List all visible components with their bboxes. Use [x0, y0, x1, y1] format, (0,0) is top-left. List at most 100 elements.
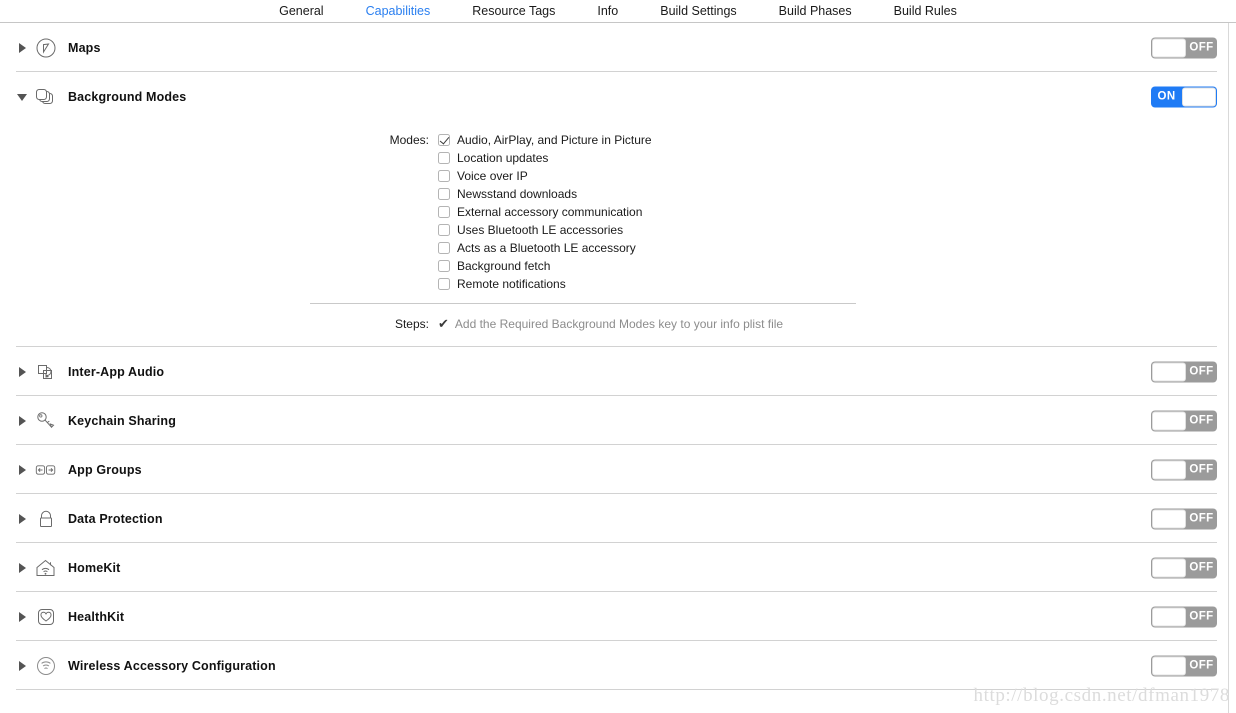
toggle-knob: [1152, 656, 1186, 675]
mode-item-location-updates[interactable]: Location updates: [438, 149, 652, 167]
inter-app-audio-icon: [34, 360, 58, 384]
tab-build-settings[interactable]: Build Settings: [639, 0, 757, 22]
toggle-label: OFF: [1189, 365, 1214, 378]
mode-item-newsstand-downloads[interactable]: Newsstand downloads: [438, 185, 652, 203]
capability-row-homekit: HomeKit OFF: [0, 543, 1228, 592]
toggle-label: OFF: [1189, 414, 1214, 427]
data-protection-icon: [34, 507, 58, 531]
toggle-label: OFF: [1189, 610, 1214, 623]
toggle-healthkit[interactable]: OFF: [1151, 606, 1217, 627]
mode-item-voice-over-ip[interactable]: Voice over IP: [438, 167, 652, 185]
checkbox-icon[interactable]: [438, 278, 450, 290]
toggle-inter-app-audio[interactable]: OFF: [1151, 361, 1217, 382]
capability-header-background-modes[interactable]: Background Modes ON: [16, 72, 1228, 121]
toggle-knob: [1152, 607, 1186, 626]
steps-field-label: Steps:: [394, 317, 429, 331]
tab-resource-tags[interactable]: Resource Tags: [451, 0, 576, 22]
capabilities-list: Maps OFF Background Modes ON Modes: Audi…: [0, 23, 1229, 713]
capability-title: Maps: [68, 40, 101, 55]
checkbox-icon[interactable]: [438, 134, 450, 146]
app-groups-icon: [34, 458, 58, 482]
capability-row-maps: Maps OFF: [0, 23, 1228, 72]
toggle-label: OFF: [1189, 659, 1214, 672]
mode-label: Voice over IP: [457, 169, 528, 183]
wireless-accessory-icon: [34, 654, 58, 678]
checkbox-icon[interactable]: [438, 260, 450, 272]
disclosure-triangle-icon[interactable]: [16, 365, 30, 379]
toggle-maps[interactable]: OFF: [1151, 37, 1217, 58]
mode-item-acts-as-a-bluetooth-le-accessory[interactable]: Acts as a Bluetooth LE accessory: [438, 239, 652, 257]
mode-label: Acts as a Bluetooth LE accessory: [457, 241, 636, 255]
mode-item-background-fetch[interactable]: Background fetch: [438, 257, 652, 275]
healthkit-icon: [34, 605, 58, 629]
checkbox-icon[interactable]: [438, 206, 450, 218]
tab-build-phases[interactable]: Build Phases: [758, 0, 873, 22]
keychain-sharing-icon: [34, 409, 58, 433]
mode-item-remote-notifications[interactable]: Remote notifications: [438, 275, 652, 293]
homekit-icon: [34, 556, 58, 580]
mode-item-uses-bluetooth-le-accessories[interactable]: Uses Bluetooth LE accessories: [438, 221, 652, 239]
mode-label: Location updates: [457, 151, 549, 165]
toggle-knob: [1152, 509, 1186, 528]
toggle-background-modes[interactable]: ON: [1151, 86, 1217, 107]
mode-label: Uses Bluetooth LE accessories: [457, 223, 624, 237]
capability-header-data-protection[interactable]: Data Protection OFF: [16, 494, 1228, 543]
capability-row-app-groups: App Groups OFF: [0, 445, 1228, 494]
checkbox-icon[interactable]: [438, 242, 450, 254]
capability-title: Background Modes: [68, 89, 187, 104]
checkbox-icon[interactable]: [438, 170, 450, 182]
toggle-knob: [1152, 558, 1186, 577]
checkbox-icon[interactable]: [438, 224, 450, 236]
capability-title: Data Protection: [68, 511, 163, 526]
capability-header-maps[interactable]: Maps OFF: [16, 23, 1228, 72]
capability-row-background-modes: Background Modes ON Modes: Audio, AirPla…: [0, 72, 1228, 347]
toggle-wireless-accessory-configuration[interactable]: OFF: [1151, 655, 1217, 676]
capability-title: Keychain Sharing: [68, 413, 176, 428]
toggle-app-groups[interactable]: OFF: [1151, 459, 1217, 480]
capability-header-homekit[interactable]: HomeKit OFF: [16, 543, 1228, 592]
mode-item-audio-airplay-picture-in-picture[interactable]: Audio, AirPlay, and Picture in Picture: [438, 131, 652, 149]
disclosure-triangle-icon[interactable]: [16, 512, 30, 526]
capability-title: HomeKit: [68, 560, 121, 575]
tab-build-rules[interactable]: Build Rules: [873, 0, 978, 22]
capability-header-wireless-accessory-configuration[interactable]: Wireless Accessory Configuration OFF: [16, 641, 1228, 690]
capability-header-keychain-sharing[interactable]: Keychain Sharing OFF: [16, 396, 1228, 445]
mode-item-external-accessory-communication[interactable]: External accessory communication: [438, 203, 652, 221]
toggle-homekit[interactable]: OFF: [1151, 557, 1217, 578]
capability-row-inter-app-audio: Inter-App Audio OFF: [0, 347, 1228, 396]
capability-row-wireless-accessory-configuration: Wireless Accessory Configuration OFF: [0, 641, 1228, 690]
capability-row-keychain-sharing: Keychain Sharing OFF: [0, 396, 1228, 445]
disclosure-triangle-icon[interactable]: [16, 414, 30, 428]
toggle-label: OFF: [1189, 561, 1214, 574]
row-separator: [16, 689, 1217, 690]
capability-header-app-groups[interactable]: App Groups OFF: [16, 445, 1228, 494]
toggle-keychain-sharing[interactable]: OFF: [1151, 410, 1217, 431]
capability-header-healthkit[interactable]: HealthKit OFF: [16, 592, 1228, 641]
tab-info[interactable]: Info: [576, 0, 639, 22]
capability-header-inter-app-audio[interactable]: Inter-App Audio OFF: [16, 347, 1228, 396]
capability-title: Wireless Accessory Configuration: [68, 658, 276, 673]
mode-label: Newsstand downloads: [457, 187, 578, 201]
mode-label: Audio, AirPlay, and Picture in Picture: [457, 133, 652, 147]
toggle-knob: [1152, 460, 1186, 479]
tab-general[interactable]: General: [258, 0, 344, 22]
modes-block: Modes: Audio, AirPlay, and Picture in Pi…: [16, 121, 1228, 293]
disclosure-triangle-icon[interactable]: [16, 659, 30, 673]
step-description: Add the Required Background Modes key to…: [454, 317, 784, 331]
toggle-data-protection[interactable]: OFF: [1151, 508, 1217, 529]
modes-field-label: Modes:: [389, 133, 429, 147]
disclosure-triangle-icon[interactable]: [16, 561, 30, 575]
checkbox-icon[interactable]: [438, 188, 450, 200]
tab-capabilities[interactable]: Capabilities: [345, 0, 452, 22]
background-modes-icon: [34, 85, 58, 109]
toggle-knob: [1152, 38, 1186, 57]
checkbox-icon[interactable]: [438, 152, 450, 164]
disclosure-triangle-icon[interactable]: [16, 41, 30, 55]
disclosure-triangle-icon[interactable]: [16, 463, 30, 477]
capability-title: Inter-App Audio: [68, 364, 165, 379]
toggle-label: OFF: [1189, 512, 1214, 525]
disclosure-triangle-icon[interactable]: [16, 610, 30, 624]
step-complete-check-icon: ✔: [438, 316, 449, 331]
mode-label: External accessory communication: [457, 205, 643, 219]
disclosure-triangle-open-icon[interactable]: [16, 90, 30, 104]
